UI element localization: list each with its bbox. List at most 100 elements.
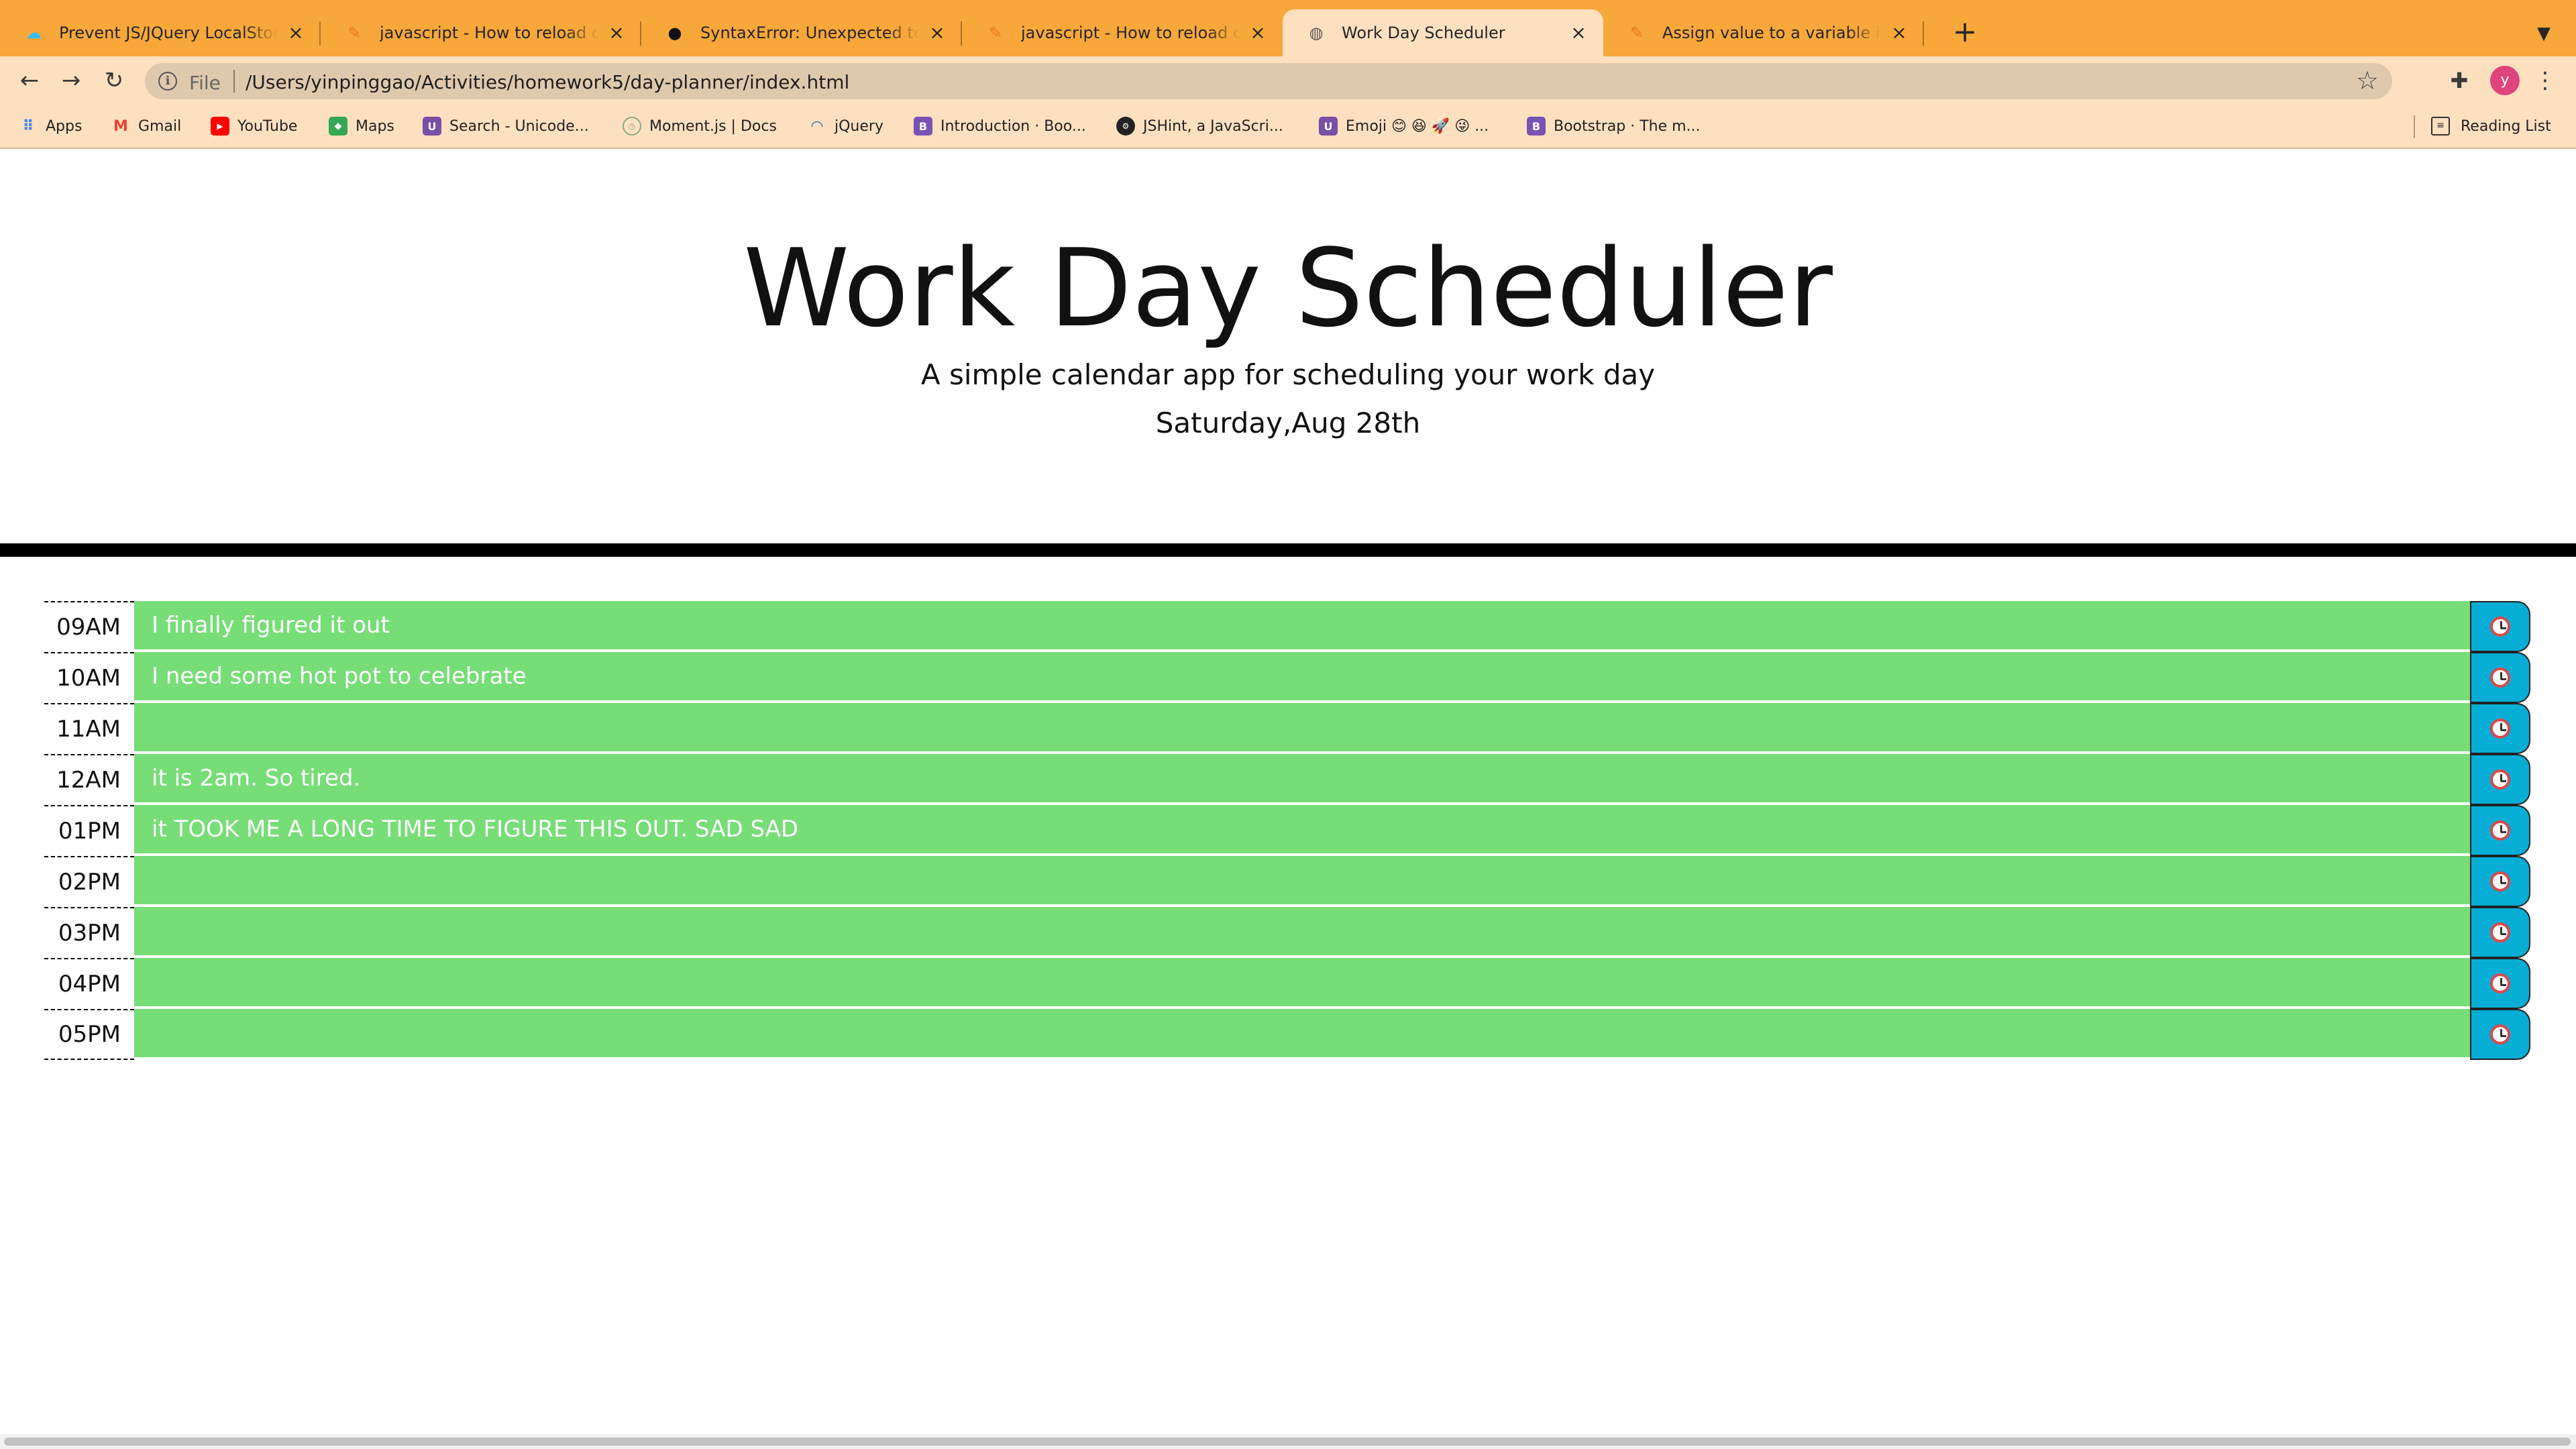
reading-list-icon: ≡ <box>2431 117 2450 136</box>
description-field[interactable]: I need some hot pot to celebrate <box>134 652 2470 703</box>
tab-syntaxerror[interactable]: ● SyntaxError: Unexpected token × <box>641 9 962 56</box>
bookmark-maps[interactable]: ◆ Maps <box>329 114 394 138</box>
bookmark-apps[interactable]: ⠿ Apps <box>19 114 82 138</box>
page-title: Work Day Scheduler <box>743 225 1833 351</box>
back-button[interactable]: ← <box>13 64 46 97</box>
description-field[interactable] <box>134 907 2470 958</box>
bookmark-bootstrap-intro[interactable]: B Introduction · Boo... <box>914 114 1086 138</box>
alarm-clock-icon <box>2490 718 2510 739</box>
close-icon[interactable]: × <box>1568 23 1589 43</box>
description-field[interactable] <box>134 856 2470 907</box>
tab-title: javascript - How to reload current <box>1021 23 1240 42</box>
horizontal-scrollbar[interactable] <box>0 1434 2576 1449</box>
save-button[interactable] <box>2470 805 2530 856</box>
unicode-icon: U <box>423 117 441 136</box>
tab-localstorage[interactable]: ☁ Prevent JS/JQuery LocalStorage × <box>0 9 321 56</box>
youtube-icon: ▶ <box>211 117 229 136</box>
bookmark-label: Apps <box>46 117 83 135</box>
scrollbar-thumb[interactable] <box>4 1438 2571 1446</box>
address-bar[interactable]: i File /Users/yinpinggao/Activities/home… <box>145 63 2392 99</box>
tab-separator <box>1923 21 1924 46</box>
save-button[interactable] <box>2470 1009 2530 1060</box>
jshint-icon: ⚙ <box>1116 117 1135 136</box>
bookmark-label: Gmail <box>138 117 182 135</box>
save-button[interactable] <box>2470 601 2530 652</box>
tab-title: Prevent JS/JQuery LocalStorage <box>59 23 278 42</box>
bookmark-moment[interactable]: ◷ Moment.js | Docs <box>623 114 777 138</box>
bookmark-bootstrap[interactable]: B Bootstrap · The m... <box>1527 114 1701 138</box>
extensions-puzzle-icon[interactable]: ✚ <box>2445 66 2474 95</box>
browser-window: ☁ Prevent JS/JQuery LocalStorage × ✎ jav… <box>0 0 2576 1449</box>
new-tab-button[interactable]: + <box>1949 17 1980 48</box>
save-button[interactable] <box>2470 907 2530 958</box>
tab-work-day-scheduler[interactable]: ◍ Work Day Scheduler × <box>1283 9 1603 56</box>
tab-title: Assign value to a variable in jquery <box>1662 23 1881 42</box>
description-field[interactable]: I finally figured it out <box>134 601 2470 652</box>
hour-label: 01PM <box>44 805 134 856</box>
alarm-clock-icon <box>2490 871 2510 892</box>
bookmark-unicode[interactable]: U Search - Unicode... <box>423 114 589 138</box>
close-icon[interactable]: × <box>1889 23 1909 43</box>
alarm-clock-icon <box>2490 616 2510 637</box>
reading-list-label: Reading List <box>2461 117 2551 135</box>
save-button[interactable] <box>2470 856 2530 907</box>
tab-search-icon[interactable]: ▼ <box>2530 20 2557 47</box>
bookmark-youtube[interactable]: ▶ YouTube <box>211 114 297 138</box>
address-divider <box>233 70 235 93</box>
alarm-clock-icon <box>2490 820 2510 841</box>
save-button[interactable] <box>2470 703 2530 754</box>
tab-title: javascript - How to reload current <box>380 23 598 42</box>
close-icon[interactable]: × <box>927 23 947 43</box>
bookmark-emoji[interactable]: U Emoji 😊 😆 🚀 😜 ... <box>1319 114 1489 138</box>
tab-reload-current[interactable]: ✎ javascript - How to reload current × <box>321 9 641 56</box>
bootstrap-icon: B <box>1527 117 1546 136</box>
more-menu-icon[interactable]: ⋮ <box>2532 66 2559 95</box>
apps-grid-icon: ⠿ <box>22 117 34 135</box>
bookmark-gmail[interactable]: M Gmail <box>111 114 181 138</box>
save-button[interactable] <box>2470 754 2530 805</box>
jquery-icon: ◠ <box>811 117 823 135</box>
description-field[interactable] <box>134 703 2470 754</box>
time-block: 12AM it is 2am. So tired. <box>44 754 2530 805</box>
tab-reload-current-2[interactable]: ✎ javascript - How to reload current × <box>962 9 1283 56</box>
hour-label: 10AM <box>44 652 134 703</box>
time-block: 02PM <box>44 856 2530 907</box>
close-icon[interactable]: × <box>1248 23 1268 43</box>
current-day: Saturday,Aug 28th <box>1155 407 1421 439</box>
forward-button[interactable]: → <box>55 64 87 97</box>
hour-label: 03PM <box>44 907 134 958</box>
alarm-clock-icon <box>2490 973 2510 994</box>
description-field[interactable]: it is 2am. So tired. <box>134 754 2470 805</box>
bookmark-label: Introduction · Boo... <box>941 117 1086 135</box>
time-block: 05PM <box>44 1009 2530 1060</box>
tab-strip: ☁ Prevent JS/JQuery LocalStorage × ✎ jav… <box>0 0 2576 56</box>
gmail-icon: M <box>113 117 128 135</box>
description-field[interactable] <box>134 1009 2470 1060</box>
profile-avatar[interactable]: y <box>2490 66 2520 95</box>
hour-label: 09AM <box>44 601 134 652</box>
bootstrap-icon: B <box>914 117 932 136</box>
alarm-clock-icon <box>2490 769 2510 790</box>
reading-list-button[interactable]: ≡ Reading List <box>2431 114 2551 138</box>
header-jumbotron: Work Day Scheduler A simple calendar app… <box>0 149 2576 557</box>
close-icon[interactable]: × <box>286 23 306 43</box>
save-button[interactable] <box>2470 958 2530 1009</box>
hour-label: 02PM <box>44 856 134 907</box>
address-scheme: File <box>189 72 221 94</box>
bookmark-jquery[interactable]: ◠ jQuery <box>808 114 883 138</box>
close-icon[interactable]: × <box>606 23 627 43</box>
save-button[interactable] <box>2470 652 2530 703</box>
tab-assign-value[interactable]: ✎ Assign value to a variable in jquery × <box>1603 9 1924 56</box>
address-url[interactable]: /Users/yinpinggao/Activities/homework5/d… <box>246 71 849 93</box>
info-icon[interactable]: i <box>158 72 177 91</box>
moment-icon: ◷ <box>623 117 641 136</box>
header-divider <box>0 543 2576 557</box>
description-field[interactable] <box>134 958 2470 1009</box>
bookmark-star-icon[interactable]: ☆ <box>2356 66 2379 95</box>
bookmark-jshint[interactable]: ⚙ JSHint, a JavaScri... <box>1116 114 1283 138</box>
hour-label: 05PM <box>44 1009 134 1060</box>
description-field[interactable]: it TOOK ME A LONG TIME TO FIGURE THIS OU… <box>134 805 2470 856</box>
bookmark-label: Maps <box>356 117 394 135</box>
reload-button[interactable]: ↻ <box>98 64 130 97</box>
stackoverflow-icon: ✎ <box>988 23 1003 42</box>
